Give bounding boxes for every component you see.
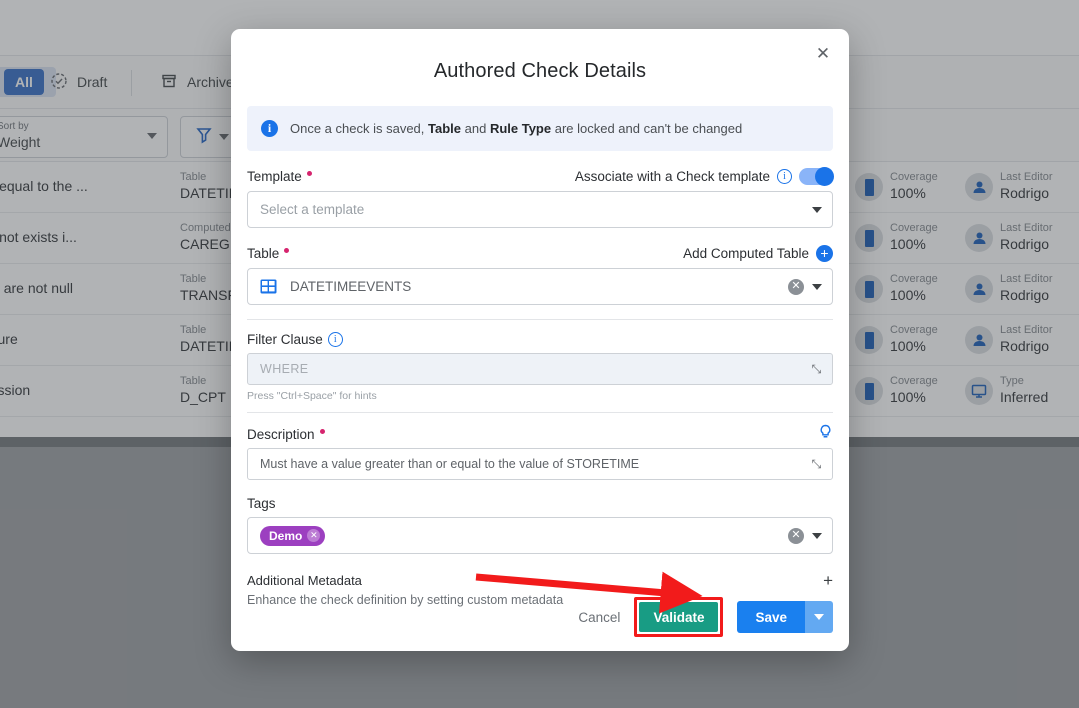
description-label-row: Description: [247, 424, 833, 445]
expand-icon[interactable]: ⤢: [812, 362, 822, 377]
required-indicator: [284, 247, 290, 253]
tags-label-row: Tags: [247, 496, 833, 511]
banner-prefix: Once a check is saved,: [290, 121, 429, 136]
template-placeholder: Select a template: [260, 202, 365, 217]
tags-label-text: Tags: [247, 496, 276, 511]
description-label-text: Description: [247, 427, 315, 442]
table-label-text: Table: [247, 246, 280, 261]
info-banner-text: Once a check is saved, Table and Rule Ty…: [290, 121, 742, 136]
additional-metadata-title: Additional Metadata: [247, 573, 362, 588]
validate-highlight-box: Validate: [634, 597, 724, 637]
required-indicator: [306, 170, 312, 176]
clear-icon[interactable]: ✕: [788, 527, 804, 544]
close-icon[interactable]: ✕: [810, 40, 836, 66]
info-icon[interactable]: i: [327, 332, 343, 347]
chevron-down-icon: [812, 532, 822, 539]
template-select[interactable]: Select a template: [247, 191, 833, 228]
associate-template-row: Associate with a Check template i: [574, 167, 834, 186]
cancel-button[interactable]: Cancel: [564, 610, 634, 625]
banner-mid: and: [461, 121, 490, 136]
save-dropdown-button[interactable]: [805, 601, 833, 633]
filter-clause-placeholder: WHERE: [260, 362, 309, 376]
authored-check-details-dialog: ✕ Authored Check Details i Once a check …: [231, 29, 849, 651]
description-label: Description: [247, 427, 325, 442]
filter-clause-hint: Press "Ctrl+Space" for hints: [247, 390, 377, 402]
plus-icon: +: [816, 245, 833, 262]
template-label-row: Template Associate with a Check template…: [247, 167, 834, 186]
dialog-title: Authored Check Details: [433, 60, 647, 82]
associate-template-label: Associate with a Check template: [574, 169, 770, 184]
template-label: Template: [247, 169, 312, 184]
save-button[interactable]: Save: [737, 601, 805, 633]
banner-bold-ruletype: Rule Type: [489, 121, 552, 136]
add-computed-table-label: Add Computed Table: [683, 246, 809, 261]
filter-clause-label-text: Filter Clause: [247, 332, 323, 347]
filter-clause-label-row: Filter Clause i: [247, 332, 833, 347]
tags-label: Tags: [247, 496, 276, 511]
tag-chip[interactable]: Demo ✕: [260, 525, 326, 546]
add-metadata-button[interactable]: +: [823, 572, 833, 589]
tags-select[interactable]: Demo ✕ ✕: [247, 517, 833, 554]
filter-clause-label: Filter Clause i: [247, 332, 343, 347]
banner-bold-table: Table: [428, 121, 462, 136]
check-form: Template Associate with a Check template…: [231, 167, 849, 607]
section-divider: [247, 319, 833, 320]
section-divider: [247, 412, 833, 413]
info-banner: i Once a check is saved, Table and Rule …: [247, 106, 833, 151]
clear-icon[interactable]: ✕: [788, 278, 804, 295]
table-label: Table: [247, 246, 290, 261]
expand-icon[interactable]: ⤢: [812, 457, 822, 472]
filter-clause-input[interactable]: WHERE ⤢: [247, 353, 833, 385]
table-value: DATETIMEEVENTS: [290, 279, 412, 294]
additional-metadata-row: Additional Metadata +: [247, 572, 833, 589]
banner-suffix: are locked and can't be changed: [551, 121, 743, 136]
required-indicator: [319, 428, 325, 434]
chevron-down-icon: [812, 283, 822, 290]
lightbulb-icon[interactable]: [818, 424, 833, 445]
table-select[interactable]: DATETIMEEVENTS ✕: [247, 268, 833, 305]
info-icon: i: [261, 120, 278, 137]
dialog-footer: Cancel Validate Save: [564, 597, 833, 637]
associate-template-toggle[interactable]: [799, 167, 834, 186]
table-label-row: Table Add Computed Table +: [247, 245, 833, 262]
chevron-down-icon: [814, 614, 824, 620]
template-label-text: Template: [247, 169, 302, 184]
add-computed-table-action[interactable]: Add Computed Table +: [683, 245, 833, 262]
chevron-down-icon: [812, 206, 822, 213]
save-button-group: Save: [737, 601, 833, 633]
validate-button[interactable]: Validate: [639, 602, 719, 632]
table-grid-icon: [260, 279, 277, 294]
tag-chip-label: Demo: [269, 528, 303, 543]
description-input[interactable]: Must have a value greater than or equal …: [247, 448, 833, 480]
tags-chip-container: Demo ✕: [260, 525, 788, 546]
remove-tag-icon[interactable]: ✕: [307, 529, 321, 542]
description-value: Must have a value greater than or equal …: [260, 457, 640, 471]
info-icon[interactable]: i: [777, 169, 792, 184]
